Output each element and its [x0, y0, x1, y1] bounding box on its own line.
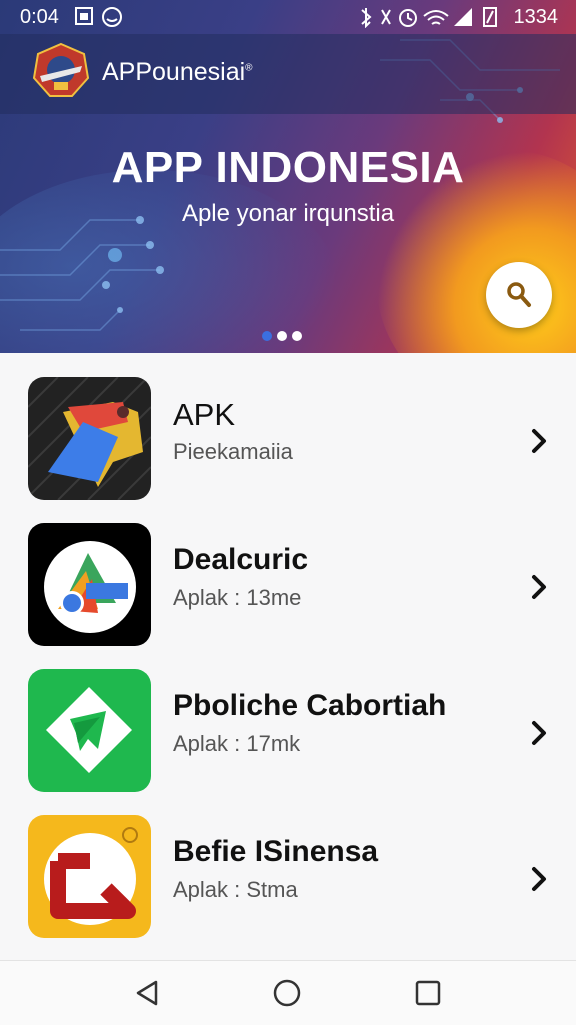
vibrate-icon — [381, 9, 391, 25]
app-subtitle: Pieekamaiia — [173, 439, 293, 464]
trademark-mark: ® — [245, 62, 253, 74]
hero-banner[interactable]: 0:04 1334 APPounesiai® APP INDONESIA Apl… — [0, 0, 576, 353]
navigation-bar — [0, 960, 576, 1025]
list-item[interactable]: Dealcuric Aplak : 13me — [0, 499, 576, 646]
app-name-label: Befie ISinensa — [173, 835, 379, 868]
status-icons — [361, 7, 497, 29]
app-logo-icon[interactable] — [32, 42, 90, 100]
recent-apps-icon[interactable] — [413, 978, 443, 1008]
back-icon[interactable] — [132, 978, 162, 1008]
carousel-dot-3[interactable] — [292, 331, 302, 341]
home-icon[interactable] — [272, 978, 302, 1008]
app-name-label: APK — [173, 397, 236, 432]
chevron-right-icon[interactable] — [526, 427, 554, 455]
carousel-dot-1[interactable] — [262, 331, 272, 341]
app-subtitle: Aplak : 17mk — [173, 731, 301, 756]
app-name-label: Pboliche Cabortiah — [173, 689, 447, 722]
wifi-icon — [423, 10, 449, 25]
chevron-right-icon[interactable] — [526, 865, 554, 893]
colored-tag-icon — [28, 377, 151, 500]
carousel-dot-2[interactable] — [277, 331, 287, 341]
hero-title: APP INDONESIA — [111, 143, 465, 192]
status-time: 0:04 — [20, 6, 59, 28]
list-item[interactable]: Pboliche Cabortiah Aplak : 17mk — [0, 645, 576, 792]
green-diamond-icon — [28, 669, 151, 792]
app-name-text: APPounesiai — [102, 58, 246, 86]
list-item[interactable]: APK Pieekamaiia — [0, 353, 576, 500]
status-left-icons — [74, 6, 124, 34]
carousel-indicator[interactable] — [262, 328, 307, 346]
app-subtitle: Aplak : 13me — [173, 585, 302, 610]
google-shape-icon — [28, 523, 151, 646]
face-icon — [102, 7, 122, 27]
gallery-icon — [75, 7, 122, 27]
chevron-right-icon[interactable] — [526, 719, 554, 747]
list-item[interactable]: Befie ISinensa Aplak : Stma — [0, 791, 576, 938]
red-arrow-icon — [28, 815, 151, 938]
bluetooth-icon — [361, 8, 372, 29]
app-name-label: Dealcuric — [173, 543, 309, 576]
chevron-right-icon[interactable] — [526, 573, 554, 601]
app-bar: APPounesiai® — [0, 34, 576, 114]
app-name: APPounesiai® — [102, 58, 253, 87]
search-icon — [507, 282, 531, 307]
status-right-icons — [356, 6, 506, 34]
signal-icon — [454, 8, 472, 26]
status-bar: 0:04 1334 — [0, 0, 576, 34]
battery-level: 1334 — [513, 6, 559, 28]
hero-subtitle: Aple yonar irqunstia — [181, 200, 395, 227]
search-button[interactable] — [486, 262, 552, 328]
app-subtitle: Aplak : Stma — [173, 877, 298, 902]
